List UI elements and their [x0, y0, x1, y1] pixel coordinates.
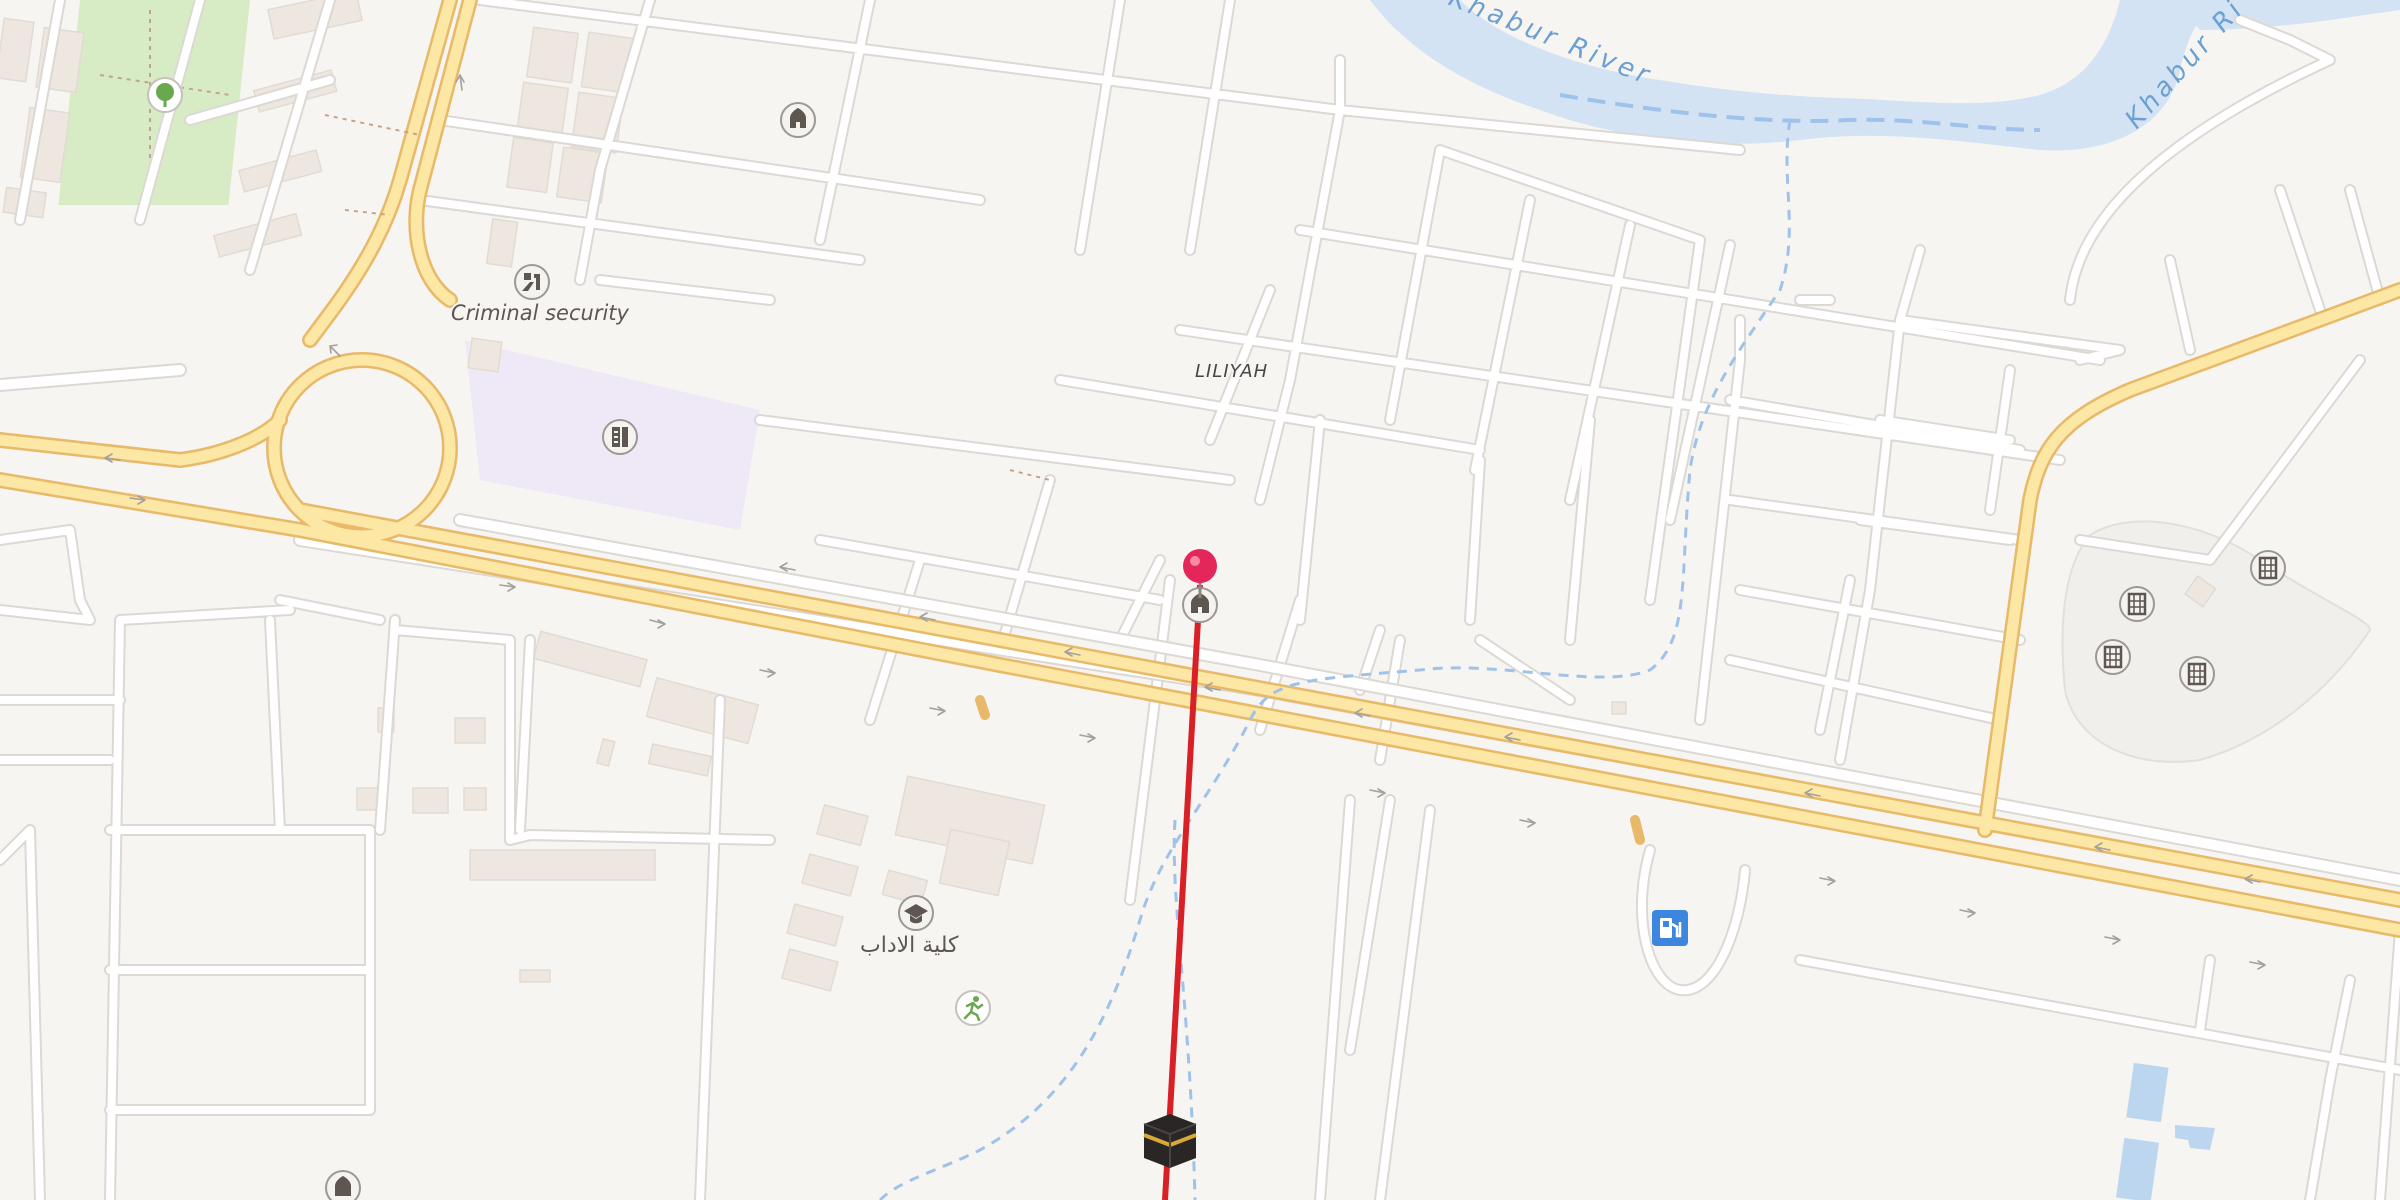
- mosque-icon-north[interactable]: [780, 102, 816, 138]
- police-icon[interactable]: [514, 264, 550, 300]
- park-tree-icon[interactable]: [147, 77, 183, 113]
- school-icon[interactable]: [898, 895, 934, 931]
- district-label-liliyah: LILIYAH: [1195, 361, 1268, 382]
- mosque-icon-south[interactable]: [325, 1170, 361, 1200]
- cemetery-icon-2[interactable]: [2250, 550, 2286, 586]
- cemetery-icon-4[interactable]: [2179, 656, 2215, 692]
- criminal-security-label: Criminal security: [451, 301, 630, 325]
- cemetery-icon-3[interactable]: [2095, 639, 2131, 675]
- sport-icon[interactable]: [955, 990, 991, 1026]
- college-label: كلية الاداب: [860, 933, 959, 958]
- cemetery-icon-1[interactable]: [2119, 586, 2155, 622]
- map-canvas[interactable]: Khabur River Khabur Ri Criminal security…: [0, 0, 2400, 1200]
- fuel-icon[interactable]: [1652, 910, 1688, 946]
- kaaba-icon[interactable]: [1143, 1114, 1197, 1168]
- ministry-icon[interactable]: [602, 419, 638, 455]
